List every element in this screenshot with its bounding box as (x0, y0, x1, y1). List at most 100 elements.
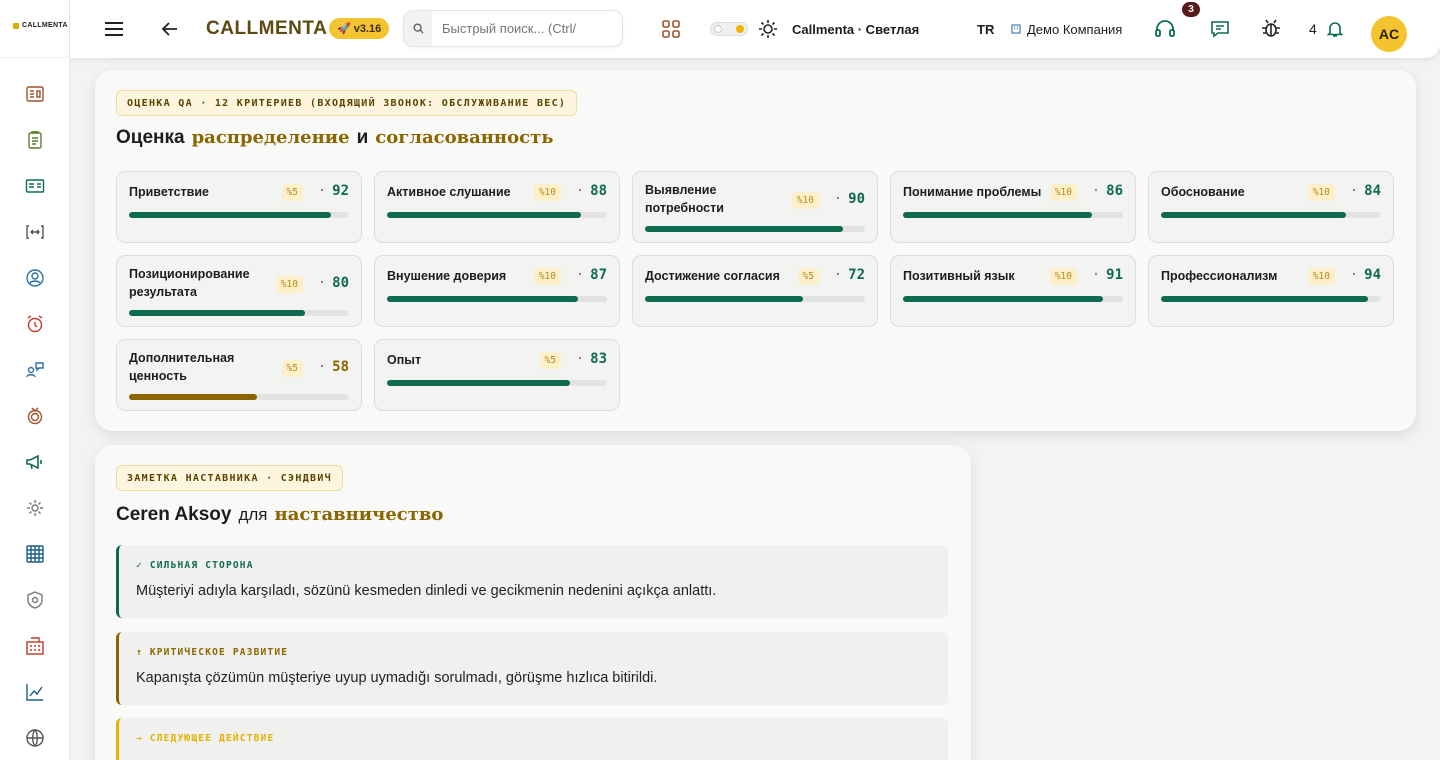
criterion-weight: %10 (1049, 184, 1077, 201)
criterion-progress-bar (387, 296, 607, 302)
avatar[interactable]: AC (1371, 16, 1407, 52)
criterion-weight: %10 (275, 276, 303, 293)
alarm-icon[interactable] (23, 312, 47, 336)
criterion-card[interactable]: Достижение согласия %5 · 72 (632, 255, 878, 327)
apps-grid-icon[interactable] (661, 0, 681, 58)
headset-icon[interactable] (1154, 0, 1176, 58)
search-input[interactable] (432, 21, 612, 36)
criterion-progress-fill (1161, 296, 1368, 302)
criterion-card[interactable]: Позиционирование результата %10 · 80 (116, 255, 362, 327)
criterion-progress-bar (387, 380, 607, 386)
coaching-note: ✓ СИЛЬНАЯ СТОРОНА Müşteriyi adıyla karşıl… (116, 545, 948, 618)
sidebar-logo[interactable]: CALLMENTA (0, 0, 69, 29)
medal-icon[interactable] (23, 404, 47, 428)
notification-count: 4 (1309, 21, 1317, 37)
sidebar: CALLMENTA (0, 0, 70, 760)
criterion-card[interactable]: Опыт %5 · 83 (374, 339, 620, 411)
criterion-progress-fill (645, 296, 804, 302)
criterion-card[interactable]: Внушение доверия %10 · 87 (374, 255, 620, 327)
criterion-score: · 94 (1350, 267, 1381, 283)
criterion-weight: %5 (281, 184, 303, 201)
bug-icon[interactable] (1260, 0, 1282, 58)
back-arrow-icon[interactable] (162, 0, 178, 58)
criterion-card[interactable]: Позитивный язык %10 · 91 (890, 255, 1136, 327)
bell-icon[interactable] (1326, 0, 1344, 58)
code-icon[interactable] (23, 220, 47, 244)
separator-dot: · (317, 359, 327, 375)
coaching-note-heading: ↑ КРИТИЧЕСКОЕ РАЗВИТИЕ (136, 647, 289, 658)
criterion-score-value: 92 (332, 183, 349, 199)
shield-icon[interactable] (23, 588, 47, 612)
qa-chip: ОЦЕНКА QA · 12 КРИТЕРИЕВ (ВХОДЯЩИЙ ЗВОНО… (116, 90, 578, 116)
criterion-score: · 72 (834, 267, 865, 283)
building-icon[interactable] (23, 634, 47, 658)
criterion-progress-fill (387, 380, 570, 386)
criterion-weight: %5 (539, 352, 561, 369)
criterion-card[interactable]: Профессионализм %10 · 94 (1148, 255, 1394, 327)
top-bar: CALLMENTA 🚀v3.16 Callmenta · Светлая TR … (70, 0, 1440, 58)
criterion-weight: %5 (797, 268, 819, 285)
coach-name: Ceren Aksoy (116, 504, 232, 525)
company-selector[interactable]: Демо Компания (1010, 0, 1122, 58)
brand-name[interactable]: CALLMENTA (206, 0, 327, 58)
criterion-score: · 58 (318, 359, 349, 375)
coaching-note-heading: → СЛЕДУЮЩЕЕ ДЕЙСТВИЕ (136, 733, 275, 744)
megaphone-icon[interactable] (23, 450, 47, 474)
theme-toggle[interactable] (710, 22, 748, 36)
report-icon[interactable] (23, 174, 47, 198)
qa-title-accent1: распределение (191, 127, 350, 148)
qa-title-prefix: Оценка (116, 127, 185, 148)
criterion-weight: %10 (533, 268, 561, 285)
criterion-card[interactable]: Активное слушание %10 · 88 (374, 171, 620, 243)
settings-icon[interactable] (23, 496, 47, 520)
separator-dot: · (317, 183, 327, 199)
criterion-score-value: 80 (332, 275, 349, 291)
dashboard-icon[interactable] (23, 82, 47, 106)
criterion-score-value: 91 (1106, 267, 1123, 283)
separator-dot: · (1091, 183, 1101, 199)
criterion-card[interactable]: Дополнительная ценность %5 · 58 (116, 339, 362, 411)
coach-for: для (238, 505, 268, 524)
criterion-score-value: 58 (332, 359, 349, 375)
criterion-name: Позиционирование результата (129, 267, 250, 299)
chat-icon[interactable] (1210, 0, 1230, 58)
criterion-progress-bar (645, 296, 865, 302)
criterion-score-value: 90 (848, 191, 865, 207)
criterion-card[interactable]: Приветствие %5 · 92 (116, 171, 362, 243)
separator-dot: · (1349, 267, 1359, 283)
coach-chip: ЗАМЕТКА НАСТАВНИКА · СЭНДВИЧ (116, 465, 343, 491)
coaching-note: ↑ КРИТИЧЕСКОЕ РАЗВИТИЕ Kapanışta çözümün … (116, 632, 948, 705)
criterion-card[interactable]: Выявление потребности %10 · 90 (632, 171, 878, 243)
criterion-progress-fill (387, 212, 581, 218)
menu-icon[interactable] (104, 0, 124, 58)
coaching-note-text: Kapanışta çözümün müşteriye uyup uymadığ… (136, 670, 658, 686)
criterion-card[interactable]: Понимание проблемы %10 · 86 (890, 171, 1136, 243)
version-badge: 🚀 v3.16 (329, 18, 390, 39)
team-chat-icon[interactable] (23, 358, 47, 382)
criterion-progress-bar (129, 394, 349, 400)
matrix-icon[interactable] (23, 542, 47, 566)
search-box[interactable] (403, 10, 623, 47)
criterion-weight: %10 (1307, 268, 1335, 285)
agent-icon[interactable] (23, 266, 47, 290)
criterion-score: · 91 (1092, 267, 1123, 283)
criterion-score-value: 86 (1106, 183, 1123, 199)
criterion-progress-bar (387, 212, 607, 218)
criterion-progress-bar (1161, 212, 1381, 218)
criterion-score: · 87 (576, 267, 607, 283)
criterion-score: · 90 (834, 191, 865, 207)
clipboard-icon[interactable] (23, 128, 47, 152)
language-switch[interactable]: TR (977, 0, 994, 58)
globe-icon[interactable] (23, 726, 47, 750)
sun-icon[interactable] (758, 0, 778, 58)
theme-label: Callmenta · Светлая (792, 21, 920, 37)
search-icon (404, 11, 432, 46)
chart-icon[interactable] (23, 680, 47, 704)
criterion-card[interactable]: Обоснование %10 · 84 (1148, 171, 1394, 243)
criterion-progress-fill (129, 310, 305, 316)
criterion-score-value: 94 (1364, 267, 1381, 283)
criterion-name: Дополнительная ценность (129, 351, 235, 383)
criterion-score: · 80 (318, 275, 349, 291)
criterion-progress-bar (129, 310, 349, 316)
criterion-weight: %5 (281, 360, 303, 377)
